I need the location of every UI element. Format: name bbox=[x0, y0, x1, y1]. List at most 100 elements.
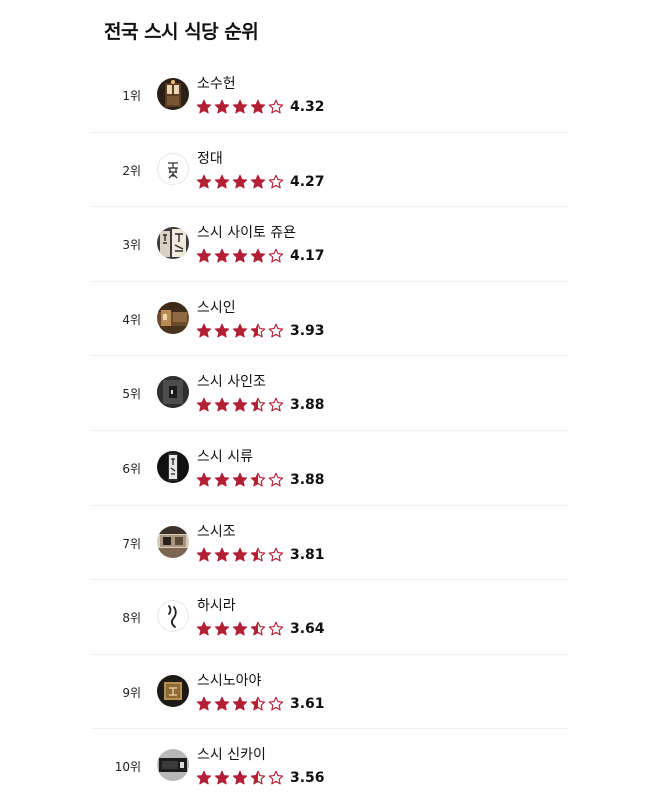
restaurant-row[interactable]: 10위 스시 신카이 3.56 bbox=[91, 729, 568, 804]
star-icon-full bbox=[214, 547, 232, 563]
restaurant-name[interactable]: 스시노아야 bbox=[197, 670, 261, 690]
rank-number: 6위 bbox=[122, 461, 141, 476]
ranking-list: 1위 소수헌 4.32 2위 정대 4.27 3위 스시 사이토 쥬욘 4.17… bbox=[91, 58, 568, 804]
star-icon-full bbox=[232, 770, 250, 786]
rating-score: 3.81 bbox=[290, 546, 325, 563]
star-rating bbox=[196, 323, 286, 339]
star-icon-full bbox=[196, 621, 214, 637]
star-icon-full bbox=[214, 248, 232, 264]
restaurant-thumbnail[interactable] bbox=[157, 600, 189, 633]
rating: 4.27 bbox=[196, 173, 325, 191]
restaurant-row[interactable]: 3위 스시 사이토 쥬욘 4.17 bbox=[91, 207, 568, 282]
rank-number: 5위 bbox=[122, 387, 141, 402]
star-icon-empty bbox=[268, 621, 286, 637]
rating-score: 4.17 bbox=[290, 248, 325, 265]
star-icon-full bbox=[214, 472, 232, 488]
rating-score: 3.56 bbox=[290, 770, 325, 787]
restaurant-name[interactable]: 스시 사이토 쥬욘 bbox=[197, 222, 296, 242]
rating-score: 4.32 bbox=[290, 99, 325, 115]
restaurant-row[interactable]: 2위 정대 4.27 bbox=[91, 133, 568, 208]
star-icon-full bbox=[214, 99, 232, 115]
star-rating bbox=[196, 472, 286, 488]
star-icon-full bbox=[196, 770, 214, 786]
star-icon-half bbox=[250, 547, 268, 563]
restaurant-row[interactable]: 6위 스시 시류 3.88 bbox=[91, 431, 568, 506]
star-icon-half bbox=[250, 472, 268, 488]
star-icon-full bbox=[232, 99, 250, 115]
restaurant-thumbnail[interactable] bbox=[157, 78, 189, 110]
rank-number: 4위 bbox=[122, 312, 141, 327]
rating: 3.61 bbox=[196, 695, 325, 713]
star-icon-full bbox=[232, 248, 250, 264]
restaurant-thumbnail[interactable] bbox=[157, 749, 189, 782]
star-rating bbox=[196, 547, 286, 563]
rank-number: 7위 bbox=[122, 536, 141, 551]
star-rating bbox=[196, 99, 286, 115]
star-icon-full bbox=[232, 174, 250, 190]
star-rating bbox=[196, 248, 286, 264]
restaurant-row[interactable]: 4위 스시인 3.93 bbox=[91, 282, 568, 357]
star-icon-full bbox=[214, 770, 232, 786]
star-icon-half bbox=[250, 696, 268, 712]
star-icon-full bbox=[250, 248, 268, 264]
rating-score: 3.61 bbox=[290, 695, 325, 712]
star-rating bbox=[196, 770, 286, 786]
restaurant-row[interactable]: 9위 스시노아야 3.61 bbox=[91, 655, 568, 730]
star-rating bbox=[196, 397, 286, 413]
rank-number: 8위 bbox=[122, 611, 141, 626]
star-icon-full bbox=[232, 547, 250, 563]
rating: 3.88 bbox=[196, 471, 325, 489]
rating: 3.56 bbox=[196, 769, 325, 787]
restaurant-row[interactable]: 8위 하시라 3.64 bbox=[91, 580, 568, 655]
restaurant-row[interactable]: 5위 스시 사인조 3.88 bbox=[91, 356, 568, 431]
rating-score: 3.64 bbox=[290, 621, 325, 638]
star-icon-half bbox=[250, 621, 268, 637]
star-icon-full bbox=[214, 323, 232, 339]
star-icon-full bbox=[232, 472, 250, 488]
star-icon-full bbox=[232, 397, 250, 413]
star-icon-full bbox=[196, 397, 214, 413]
restaurant-thumbnail[interactable] bbox=[157, 674, 189, 707]
restaurant-name[interactable]: 정대 bbox=[197, 148, 223, 168]
star-icon-full bbox=[196, 248, 214, 264]
star-icon-full bbox=[214, 696, 232, 712]
rank-number: 2위 bbox=[122, 163, 141, 178]
rating: 3.88 bbox=[196, 396, 325, 414]
restaurant-name[interactable]: 하시라 bbox=[197, 595, 236, 615]
restaurant-name[interactable]: 스시 신카이 bbox=[197, 744, 266, 764]
restaurant-name[interactable]: 스시 사인조 bbox=[197, 371, 266, 391]
star-icon-full bbox=[196, 696, 214, 712]
restaurant-name[interactable]: 스시조 bbox=[197, 521, 236, 541]
rating: 3.64 bbox=[196, 620, 325, 638]
star-icon-full bbox=[232, 696, 250, 712]
restaurant-name[interactable]: 소수헌 bbox=[197, 73, 236, 93]
star-icon-empty bbox=[268, 323, 286, 339]
star-icon-full bbox=[214, 174, 232, 190]
restaurant-name[interactable]: 스시 시류 bbox=[197, 446, 253, 466]
star-icon-empty bbox=[268, 696, 286, 712]
rating-score: 3.93 bbox=[290, 322, 325, 339]
star-icon-empty bbox=[268, 99, 286, 115]
restaurant-thumbnail[interactable] bbox=[157, 227, 189, 260]
restaurant-thumbnail[interactable] bbox=[157, 450, 189, 483]
rank-number: 10위 bbox=[114, 760, 141, 775]
star-icon-empty bbox=[268, 248, 286, 264]
rating: 3.93 bbox=[196, 322, 325, 340]
restaurant-thumbnail[interactable] bbox=[157, 152, 189, 185]
star-icon-full bbox=[196, 99, 214, 115]
star-icon-half bbox=[250, 397, 268, 413]
rating: 3.81 bbox=[196, 546, 325, 564]
star-icon-empty bbox=[268, 397, 286, 413]
star-icon-half bbox=[250, 323, 268, 339]
star-icon-full bbox=[250, 174, 268, 190]
restaurant-name[interactable]: 스시인 bbox=[197, 297, 236, 317]
restaurant-thumbnail[interactable] bbox=[157, 376, 189, 409]
star-icon-empty bbox=[268, 547, 286, 563]
restaurant-thumbnail[interactable] bbox=[157, 301, 189, 334]
rank-number: 3위 bbox=[122, 238, 141, 253]
restaurant-row[interactable]: 1위 소수헌 4.32 bbox=[91, 58, 568, 133]
restaurant-thumbnail[interactable] bbox=[157, 525, 189, 558]
star-icon-full bbox=[232, 621, 250, 637]
star-icon-empty bbox=[268, 472, 286, 488]
restaurant-row[interactable]: 7위 스시조 3.81 bbox=[91, 506, 568, 581]
